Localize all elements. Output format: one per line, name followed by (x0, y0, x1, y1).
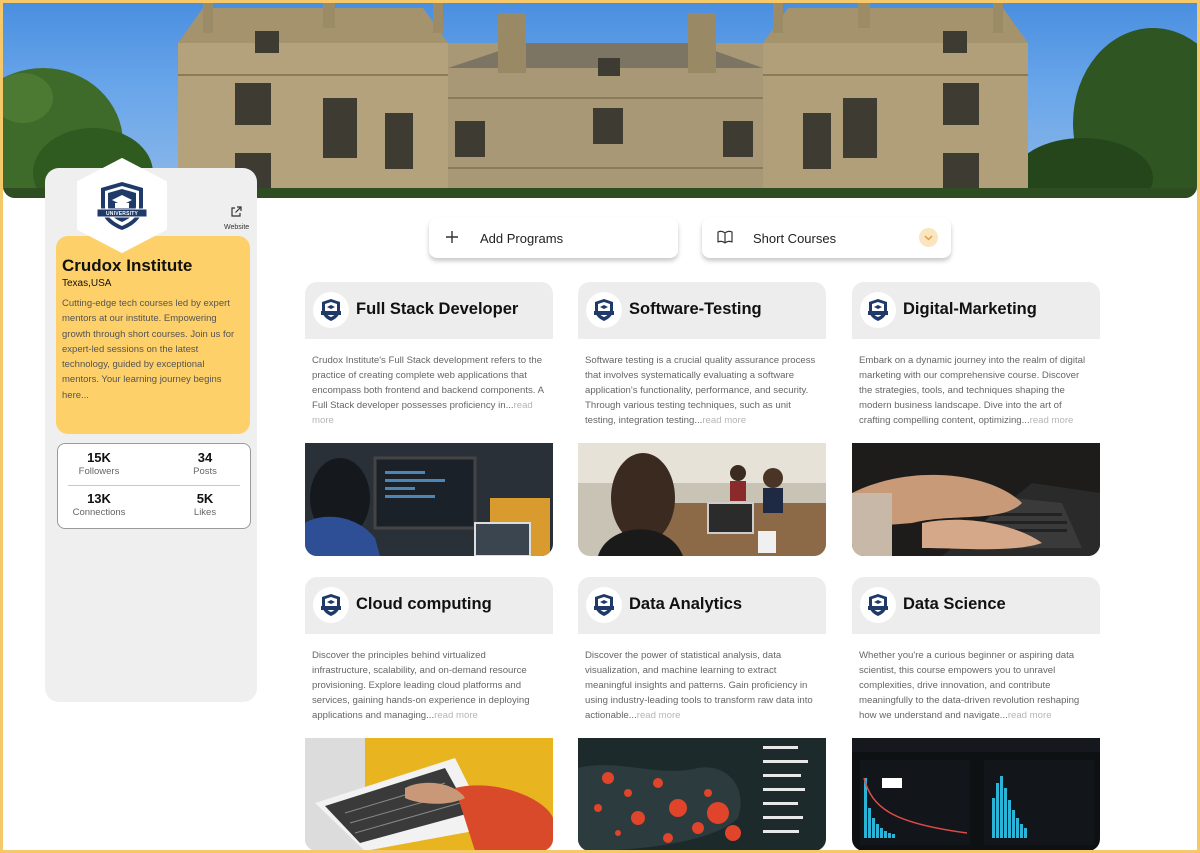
course-card[interactable]: Data Analytics Discover the power of sta… (578, 577, 826, 851)
course-header: Full Stack Developer (305, 282, 553, 339)
short-courses-label: Short Courses (753, 230, 837, 246)
course-description: Discover the power of statistical analys… (585, 648, 819, 723)
add-programs-button[interactable]: Add Programs (429, 218, 678, 258)
stat-connections[interactable]: 13K Connections (59, 491, 139, 519)
logo-text: UNIVERSITY (105, 211, 138, 217)
course-description-text: Discover the power of statistical analys… (585, 650, 813, 722)
course-logo-icon (586, 292, 622, 328)
course-card[interactable]: Digital-Marketing Embark on a dynamic jo… (852, 282, 1100, 556)
institute-location: Texas,USA (62, 278, 112, 289)
course-logo-icon (313, 587, 349, 623)
course-image[interactable] (852, 443, 1100, 556)
book-icon (717, 230, 733, 244)
course-card[interactable]: Software-Testing Software testing is a c… (578, 282, 826, 556)
stat-value: 34 (197, 450, 213, 465)
stat-likes[interactable]: 5K Likes (165, 491, 245, 519)
course-title[interactable]: Data Science (903, 595, 1006, 614)
course-description: Discover the principles behind virtualiz… (312, 648, 546, 723)
about-section: Crudox Institute Texas,USA Cutting-edge … (56, 236, 250, 434)
read-more-link[interactable]: read more (1008, 710, 1052, 721)
course-description: Software testing is a crucial quality as… (585, 353, 819, 428)
course-description: Embark on a dynamic journey into the rea… (859, 353, 1093, 428)
course-card[interactable]: Data Science Whether you're a curious be… (852, 577, 1100, 851)
course-image[interactable] (578, 738, 826, 851)
course-card[interactable]: Full Stack Developer Crudox Institute's … (305, 282, 553, 556)
course-header: Digital-Marketing (852, 282, 1100, 339)
stats-panel: 15K Followers 34 Posts 13K Connections 5… (57, 443, 251, 529)
institute-name: Crudox Institute (62, 256, 193, 275)
course-description: Whether you're a curious beginner or asp… (859, 648, 1093, 723)
read-more-link[interactable]: read more (702, 415, 746, 426)
stat-label: Posts (193, 466, 217, 477)
course-header: Data Science (852, 577, 1100, 634)
institute-logo: UNIVERSITY (76, 158, 168, 253)
add-programs-label: Add Programs (480, 230, 564, 246)
plus-icon (446, 231, 458, 243)
course-image[interactable] (578, 443, 826, 556)
read-more-link[interactable]: read more (1030, 415, 1074, 426)
stat-value: 15K (87, 450, 111, 465)
course-logo-icon (586, 587, 622, 623)
stat-value: 13K (87, 491, 111, 506)
course-logo-icon (313, 292, 349, 328)
course-description-text: Discover the principles behind virtualiz… (312, 650, 530, 722)
website-link[interactable]: Website (224, 205, 250, 231)
stat-followers[interactable]: 15K Followers (59, 450, 139, 478)
course-image[interactable] (305, 443, 553, 556)
website-label: Website (224, 224, 250, 231)
course-image[interactable] (852, 738, 1100, 851)
course-card[interactable]: Cloud computing Discover the principles … (305, 577, 553, 851)
read-more-link[interactable]: read more (434, 710, 478, 721)
course-title[interactable]: Digital-Marketing (903, 300, 1037, 319)
stat-value: 5K (196, 491, 214, 506)
stat-posts[interactable]: 34 Posts (165, 450, 245, 478)
course-title[interactable]: Cloud computing (356, 595, 492, 614)
external-link-icon (231, 206, 242, 217)
course-logo-icon (860, 587, 896, 623)
course-header: Cloud computing (305, 577, 553, 634)
course-title[interactable]: Data Analytics (629, 595, 742, 614)
stat-label: Likes (193, 507, 217, 518)
chevron-down-icon[interactable] (919, 228, 938, 247)
course-description: Crudox Institute's Full Stack developmen… (312, 353, 546, 428)
stat-label: Connections (72, 507, 126, 518)
course-description-text: Software testing is a crucial quality as… (585, 355, 816, 427)
course-title[interactable]: Software-Testing (629, 300, 762, 319)
stat-label: Followers (78, 466, 120, 477)
course-logo-icon (860, 292, 896, 328)
stats-divider (68, 485, 240, 486)
institute-description: Cutting-edge tech courses led by expert … (62, 298, 235, 401)
course-header: Data Analytics (578, 577, 826, 634)
course-header: Software-Testing (578, 282, 826, 339)
course-image[interactable] (305, 738, 553, 851)
course-description-text: Crudox Institute's Full Stack developmen… (312, 355, 544, 412)
read-more-link[interactable]: read more (637, 710, 681, 721)
short-courses-dropdown[interactable]: Short Courses (702, 218, 951, 258)
course-title[interactable]: Full Stack Developer (356, 300, 518, 319)
